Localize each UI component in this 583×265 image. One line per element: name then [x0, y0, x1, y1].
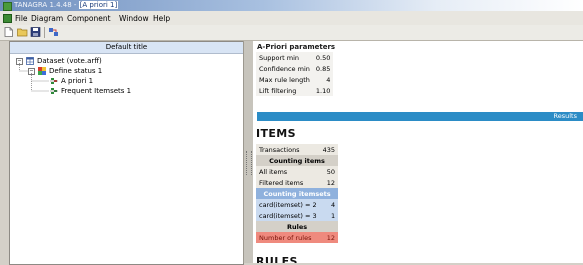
- table-row: card(itemset) = 3 1: [256, 210, 339, 221]
- menu-diagram[interactable]: Diagram: [31, 14, 63, 23]
- diagram-tree-pane: Default title − Dataset (vote.arff) − De…: [9, 41, 244, 265]
- param-value: 0.50: [315, 53, 331, 62]
- open-icon[interactable]: [17, 27, 28, 37]
- tanagra-app-icon: [3, 2, 12, 11]
- menu-bar: File Diagram Component Window Help: [0, 11, 583, 25]
- window-title-app: TANAGRA 1.4.48 -: [14, 1, 79, 9]
- item-value: 50: [326, 167, 336, 176]
- table-row: Filtered items 12: [256, 177, 339, 188]
- item-label: card(itemset) = 2: [259, 200, 317, 209]
- section-header-label: Rules: [286, 222, 308, 231]
- menu-help[interactable]: Help: [153, 14, 170, 23]
- tree-pane-header: Default title: [10, 42, 243, 54]
- item-label: All items: [259, 167, 288, 176]
- save-icon[interactable]: [30, 27, 41, 37]
- param-label: Confidence min: [259, 64, 310, 73]
- rules-heading: RULES: [256, 255, 298, 263]
- param-value: 4: [326, 75, 331, 84]
- menu-file[interactable]: File: [15, 14, 28, 23]
- table-row: card(itemset) = 2 4: [256, 199, 339, 210]
- results-label: Results: [553, 112, 577, 120]
- item-value: 1: [330, 211, 336, 220]
- param-label: Support min: [259, 53, 300, 62]
- item-label: card(itemset) = 3: [259, 211, 317, 220]
- window-title: TANAGRA 1.4.48 - [A priori 1]: [14, 1, 119, 9]
- menu-window[interactable]: Window: [119, 14, 149, 23]
- component-tree: − Dataset (vote.arff) − Define status 1: [10, 54, 243, 264]
- table-row: Transactions 435: [256, 144, 339, 155]
- item-label: Number of rules: [259, 233, 312, 242]
- table-row: Number of rules 12: [256, 232, 339, 243]
- section-header-rules: Rules: [256, 221, 339, 232]
- param-label: Lift filtering: [259, 86, 297, 95]
- item-value: 4: [330, 200, 336, 209]
- section-header-counting-itemsets: Counting itemsets: [256, 188, 339, 199]
- param-value: 0.85: [315, 64, 331, 73]
- item-value: 435: [322, 145, 336, 154]
- new-icon[interactable]: [3, 27, 14, 37]
- item-label: Filtered items: [259, 178, 304, 187]
- params-table: Support min 0.50 Confidence min 0.85 Max…: [256, 52, 334, 96]
- items-table: Transactions 435 Counting items All item…: [256, 144, 339, 243]
- results-bar: Results: [257, 112, 583, 121]
- pane-splitter[interactable]: [243, 41, 253, 263]
- table-row: Confidence min 0.85: [256, 63, 333, 74]
- connect-icon[interactable]: [48, 27, 59, 37]
- table-row: Support min 0.50: [256, 52, 333, 63]
- splitter-grip-icon[interactable]: [246, 151, 252, 175]
- item-value: 12: [326, 178, 336, 187]
- results-pane: A-Priori parameters Support min 0.50 Con…: [253, 41, 583, 263]
- window-title-document: [A priori 1]: [78, 1, 119, 9]
- params-title: A-Priori parameters: [257, 43, 336, 51]
- item-value: 12: [326, 233, 336, 242]
- section-header-counting-items: Counting items: [256, 155, 339, 166]
- title-bar: TANAGRA 1.4.48 - [A priori 1]: [0, 0, 583, 11]
- section-header-label: Counting items: [269, 156, 325, 165]
- tree-connectors: [19, 63, 49, 92]
- table-row: Max rule length 4: [256, 74, 333, 85]
- menu-component[interactable]: Component: [67, 14, 111, 23]
- param-label: Max rule length: [259, 75, 310, 84]
- tanagra-menu-icon[interactable]: [3, 14, 12, 23]
- items-heading: ITEMS: [256, 127, 296, 140]
- table-row: All items 50: [256, 166, 339, 177]
- section-header-label: Counting itemsets: [263, 189, 331, 198]
- toolbar-separator: [44, 27, 45, 38]
- param-value: 1.10: [315, 86, 331, 95]
- toolbar: [0, 25, 583, 41]
- item-label: Transactions: [259, 145, 300, 154]
- table-row: Lift filtering 1.10: [256, 85, 333, 96]
